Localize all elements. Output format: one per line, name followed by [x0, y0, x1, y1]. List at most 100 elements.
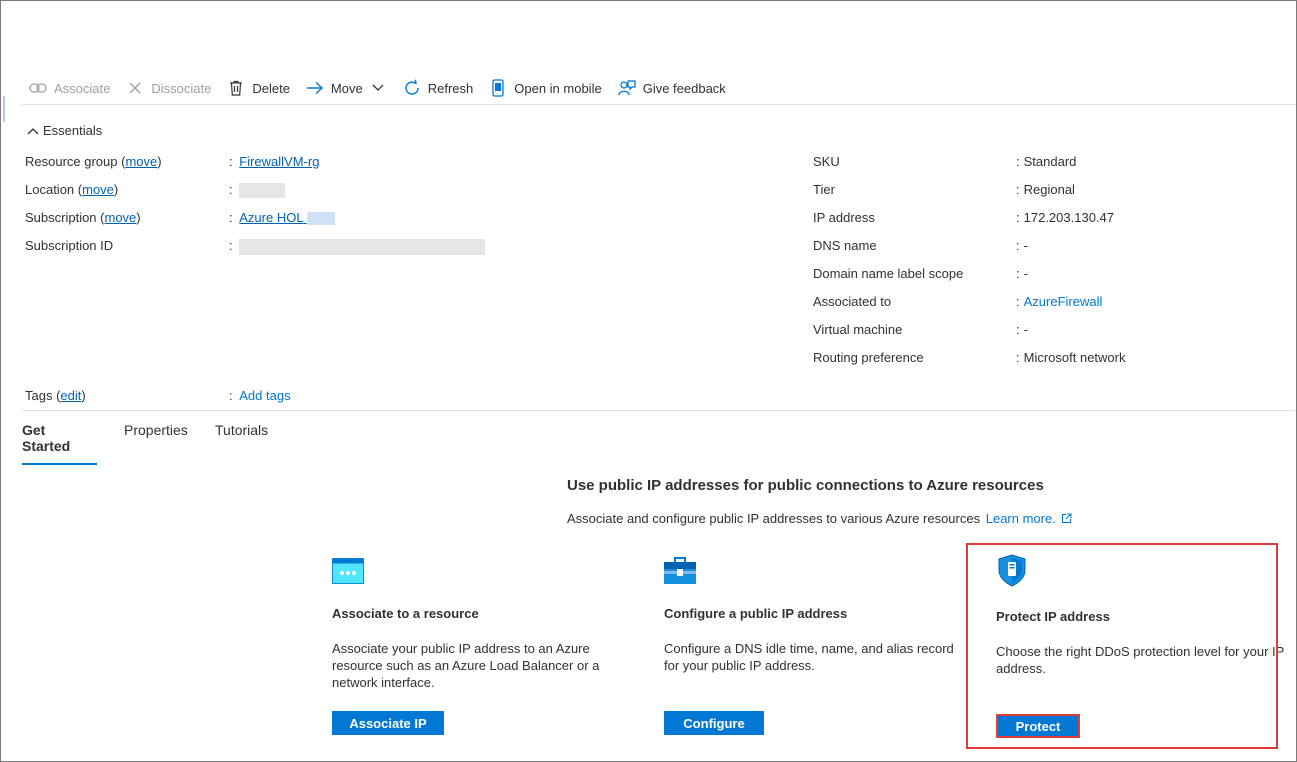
sku-value-row: : Standard: [1016, 153, 1076, 171]
resource-icon: [332, 558, 364, 587]
ip-address-value-row: :172.203.130.47: [1016, 209, 1114, 227]
dissociate-label: Dissociate: [151, 80, 212, 96]
colon: :: [1016, 294, 1020, 309]
colon: :: [1016, 182, 1020, 197]
external-link-icon: [1061, 512, 1072, 527]
toolbox-icon: [664, 557, 696, 588]
resource-group-link[interactable]: FirewallVM-rg: [239, 154, 319, 169]
configure-button[interactable]: Configure: [664, 711, 764, 735]
trash-icon: [227, 79, 245, 97]
chevron-down-icon: [369, 79, 387, 97]
tab-properties[interactable]: Properties: [124, 422, 188, 447]
subscription-id-redacted: [239, 238, 486, 255]
essentials-toggle[interactable]: Essentials: [27, 123, 102, 138]
subscription-id-value-row: :: [229, 237, 486, 255]
colon: :: [1016, 350, 1020, 365]
location-value-row: :: [229, 181, 286, 199]
open-mobile-label: Open in mobile: [514, 80, 602, 96]
feedback-icon: [618, 79, 636, 97]
tags-key: Tags: [25, 388, 53, 403]
move-button[interactable]: Move: [306, 79, 387, 97]
move-label: Move: [330, 80, 363, 96]
resource-group-key: Resource group: [25, 154, 118, 169]
subscription-link[interactable]: Azure HOL: [239, 210, 335, 226]
feedback-button[interactable]: Give feedback: [618, 79, 726, 97]
virtual-machine-value: -: [1023, 322, 1028, 337]
resource-group-row: Resource group (move): [25, 154, 162, 169]
dns-name-value: -: [1023, 238, 1028, 253]
location-move-link[interactable]: move: [82, 182, 114, 197]
tags-row: Tags (edit): [25, 388, 86, 403]
associate-label: Associate: [54, 80, 111, 96]
card-configure-title: Configure a public IP address: [664, 606, 848, 621]
arrow-right-icon: [306, 79, 324, 97]
card-configure-desc: Configure a DNS idle time, name, and ali…: [664, 641, 954, 673]
ip-address-key: IP address: [813, 210, 875, 225]
dissociate-button[interactable]: Dissociate: [126, 79, 211, 97]
domain-name-label-scope-value: -: [1023, 266, 1028, 281]
domain-name-label-scope-value-row: :-: [1016, 265, 1028, 283]
virtual-machine-key: Virtual machine: [813, 322, 903, 337]
subscription-value-row: : Azure HOL: [229, 209, 335, 227]
subscription-id-row: Subscription ID: [25, 237, 113, 255]
location-row: Location (move): [25, 182, 119, 197]
location-key: Location: [25, 182, 75, 197]
subscription-row: Subscription (move): [25, 210, 141, 225]
essentials-label: Essentials: [43, 123, 103, 138]
colon: :: [229, 238, 233, 253]
ip-address-value: 172.203.130.47: [1023, 210, 1114, 225]
tags-edit-link[interactable]: edit: [60, 388, 81, 403]
resource-group-move-link[interactable]: move: [125, 154, 157, 169]
colon: :: [229, 210, 233, 225]
card-associate-desc: Associate your public IP address to an A…: [332, 641, 600, 690]
feedback-label: Give feedback: [642, 80, 726, 96]
subscription-move-link[interactable]: move: [105, 210, 137, 225]
delete-button[interactable]: Delete: [227, 79, 290, 97]
subscription-redacted: [306, 212, 335, 226]
subscription-link-text: Azure HOL: [239, 210, 304, 225]
link-icon: [29, 79, 47, 97]
sku-value: Standard: [1023, 154, 1077, 169]
dns-name-value-row: :-: [1016, 237, 1028, 255]
dns-name-key: DNS name: [813, 238, 877, 253]
refresh-label: Refresh: [427, 80, 474, 96]
colon: :: [1016, 154, 1020, 169]
resource-group-value-row: : FirewallVM-rg: [229, 153, 319, 171]
delete-label: Delete: [252, 80, 290, 96]
routing-preference-key: Routing preference: [813, 350, 924, 365]
subscription-id-key: Subscription ID: [25, 238, 114, 253]
routing-preference-value: Microsoft network: [1023, 350, 1126, 365]
routing-preference-value-row: : Microsoft network: [1016, 349, 1126, 367]
associate-ip-button[interactable]: Associate IP: [332, 711, 444, 735]
subscription-key: Subscription: [25, 210, 97, 225]
get-started-subtitle-text: Associate and configure public IP addres…: [567, 511, 981, 526]
associate-button[interactable]: Associate: [29, 79, 110, 97]
sku-key: SKU: [813, 154, 840, 169]
tab-tutorials[interactable]: Tutorials: [215, 422, 268, 447]
tab-get-started[interactable]: Get Started: [22, 422, 97, 465]
colon: :: [1016, 266, 1020, 281]
colon: :: [1016, 210, 1020, 225]
tier-key: Tier: [813, 182, 835, 197]
virtual-machine-value-row: :-: [1016, 321, 1028, 339]
protect-highlight-box: [966, 543, 1278, 749]
associated-to-value[interactable]: AzureFirewall: [1024, 294, 1103, 309]
toolbar-divider: [22, 104, 1295, 105]
associated-to-key: Associated to: [813, 294, 892, 309]
chevron-up-icon: [27, 127, 39, 135]
colon: :: [1016, 322, 1020, 337]
get-started-title: Use public IP addresses for public conne…: [567, 477, 1044, 494]
card-associate-title: Associate to a resource: [332, 606, 479, 621]
refresh-icon: [403, 79, 421, 97]
colon: :: [1016, 238, 1020, 253]
learn-more-text: Learn more.: [985, 511, 1056, 526]
section-divider: [22, 410, 1295, 411]
learn-more-link[interactable]: Learn more.: [986, 511, 1073, 526]
open-mobile-button[interactable]: Open in mobile: [489, 79, 602, 97]
tier-value: Regional: [1023, 182, 1075, 197]
get-started-subtitle: Associate and configure public IP addres…: [567, 511, 1072, 527]
add-tags-link[interactable]: Add tags: [239, 388, 290, 403]
scroll-indicator: [3, 96, 5, 122]
refresh-button[interactable]: Refresh: [403, 79, 474, 97]
mobile-icon: [489, 79, 507, 97]
